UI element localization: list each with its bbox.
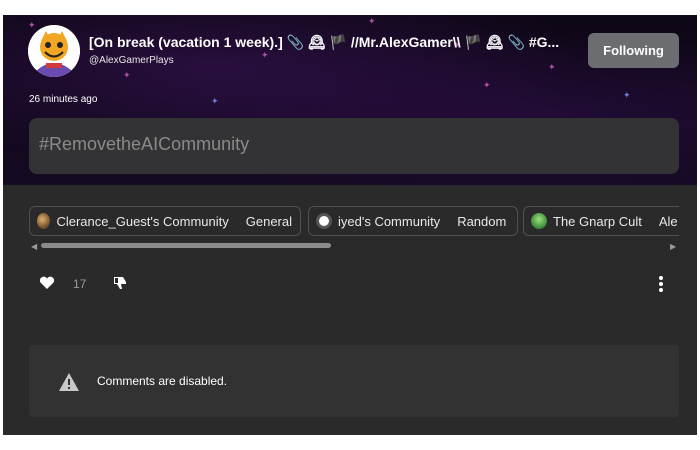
comments-disabled-text: Comments are disabled. bbox=[97, 374, 228, 388]
dislike-icon[interactable] bbox=[112, 275, 128, 291]
community-avatar-icon bbox=[316, 213, 332, 229]
like-count: 17 bbox=[73, 277, 87, 291]
post-text: #RemovetheAICommunity bbox=[39, 134, 250, 154]
community-name: The Gnarp Cult bbox=[553, 213, 642, 229]
warning-icon bbox=[59, 373, 79, 391]
avatar[interactable] bbox=[28, 25, 80, 77]
post-body: #RemovetheAICommunity bbox=[29, 118, 679, 174]
channel-name: Ale bbox=[658, 213, 678, 229]
heart-icon[interactable] bbox=[39, 276, 55, 290]
follow-button[interactable]: Following bbox=[588, 33, 679, 68]
community-avatar-icon bbox=[37, 213, 51, 229]
scroll-right-arrow-icon[interactable]: ▶ bbox=[670, 242, 676, 251]
community-chip-iyed[interactable]: iyed's Community Random bbox=[308, 206, 518, 236]
community-name: iyed's Community bbox=[338, 213, 441, 229]
community-chip-list: Clerance_Guest's Community General iyed'… bbox=[29, 206, 679, 236]
post-card: ✦ ✦ ✦ ✦ ✦ ✦ ✦ ✦ ✦ [On break (vacation 1 … bbox=[3, 15, 697, 435]
timestamp: 26 minutes ago bbox=[29, 94, 98, 105]
community-name: Clerance_Guest's Community bbox=[56, 213, 229, 229]
avatar-image bbox=[28, 25, 80, 77]
community-chip-clerance[interactable]: Clerance_Guest's Community General bbox=[29, 206, 301, 236]
author-handle[interactable]: @AlexGamerPlays bbox=[89, 55, 174, 66]
more-vertical-icon[interactable] bbox=[655, 274, 667, 296]
community-avatar-icon bbox=[531, 213, 547, 229]
comments-disabled-notice: Comments are disabled. bbox=[29, 345, 679, 417]
scroll-left-arrow-icon[interactable]: ◀ bbox=[31, 242, 37, 251]
community-chip-gnarp[interactable]: The Gnarp Cult Ale bbox=[523, 206, 679, 236]
channel-name: General bbox=[245, 213, 292, 229]
post-title[interactable]: [On break (vacation 1 week).] 📎 🕰 🏴 //Mr… bbox=[89, 34, 589, 51]
horizontal-scrollbar[interactable] bbox=[41, 243, 331, 248]
channel-name: Random bbox=[457, 213, 507, 229]
